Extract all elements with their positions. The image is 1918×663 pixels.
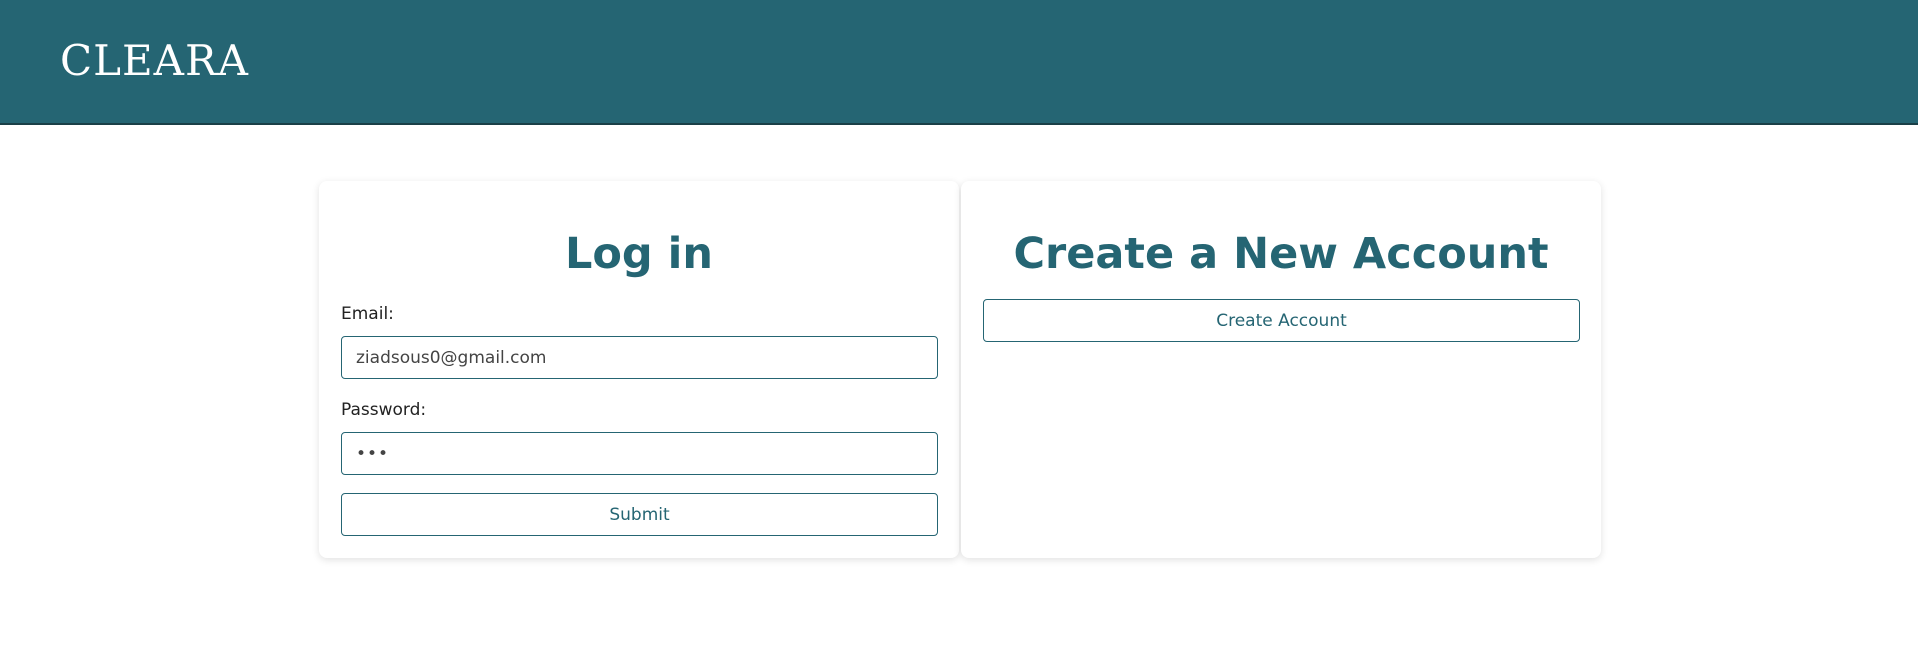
submit-button[interactable]: Submit: [341, 493, 938, 536]
password-label: Password:: [341, 400, 427, 420]
cleara-logo[interactable]: CLEARA: [60, 36, 249, 86]
create-account-button[interactable]: Create Account: [983, 299, 1580, 342]
password-field[interactable]: [341, 432, 938, 475]
create-account-card: Create a New Account Create Account: [961, 181, 1601, 558]
create-account-title: Create a New Account: [1013, 229, 1549, 279]
login-card: Log in Email: Password: Submit: [319, 181, 959, 558]
login-title: Log in: [564, 229, 714, 279]
top-bar: CLEARA: [0, 0, 1918, 125]
email-label: Email:: [341, 304, 394, 324]
email-field[interactable]: [341, 336, 938, 379]
